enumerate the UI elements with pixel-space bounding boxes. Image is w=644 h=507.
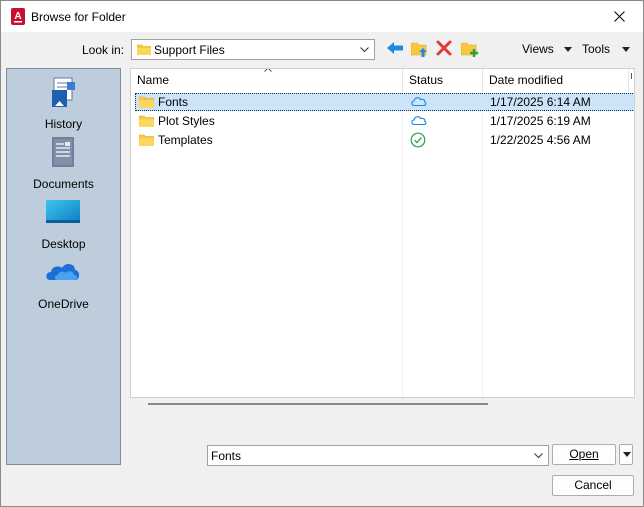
onedrive-icon xyxy=(46,264,80,280)
open-button[interactable]: Open xyxy=(552,444,616,465)
title-bar: A Browse for Folder xyxy=(1,1,643,32)
place-label: History xyxy=(44,117,83,131)
up-one-level-button[interactable] xyxy=(409,38,431,60)
column-header-type[interactable] xyxy=(629,69,634,91)
folder-icon xyxy=(137,44,151,55)
place-history[interactable]: History xyxy=(7,76,120,132)
cancel-button[interactable]: Cancel xyxy=(552,475,634,496)
folder-icon xyxy=(139,115,154,127)
autocad-app-icon: A xyxy=(11,8,25,25)
place-documents[interactable]: Documents xyxy=(7,136,120,192)
back-button[interactable] xyxy=(384,38,406,60)
close-icon xyxy=(614,11,625,22)
cloud-icon xyxy=(411,116,427,126)
open-options-button[interactable] xyxy=(619,444,633,465)
file-date: 1/22/2025 4:56 AM xyxy=(490,133,591,147)
delete-button[interactable] xyxy=(434,38,456,60)
chevron-down-icon xyxy=(360,47,369,53)
new-folder-icon xyxy=(461,42,478,57)
folder-up-icon xyxy=(411,42,427,57)
sort-ascending-icon xyxy=(264,69,272,72)
truncated-type-cell xyxy=(634,133,635,145)
browse-folder-dialog: A Browse for Folder Look in: Support Fil… xyxy=(0,0,644,507)
synced-check-icon xyxy=(410,132,426,148)
open-button-label: Open xyxy=(569,447,599,461)
file-row-templates[interactable]: Templates 1/22/2025 4:56 AM xyxy=(135,131,635,149)
place-label: Documents xyxy=(33,177,94,191)
column-header-label: Status xyxy=(409,73,444,87)
truncated-column-mark xyxy=(631,73,632,79)
folder-icon xyxy=(139,96,154,108)
views-label: Views xyxy=(522,42,554,56)
file-name: Plot Styles xyxy=(158,114,215,128)
dialog-title: Browse for Folder xyxy=(31,10,126,24)
folder-icon xyxy=(139,134,154,146)
file-name: Templates xyxy=(158,133,213,147)
tools-menu-button[interactable]: Tools xyxy=(582,41,634,57)
file-row-fonts[interactable]: Fonts 1/17/2025 6:14 AM xyxy=(135,93,635,111)
caret-down-icon xyxy=(622,47,630,52)
truncated-type-cell xyxy=(634,95,635,107)
file-list[interactable]: Name Status Date modified Fonts 1/17/202… xyxy=(130,68,635,398)
documents-icon xyxy=(52,137,74,167)
folder-name-value: Fonts xyxy=(211,449,242,463)
file-row-plot-styles[interactable]: Plot Styles 1/17/2025 6:19 AM xyxy=(135,112,635,130)
delete-icon xyxy=(436,40,452,56)
close-button[interactable] xyxy=(597,1,643,32)
column-header-label: Date modified xyxy=(489,73,564,87)
places-bar: History Documents Desktop OneDrive xyxy=(6,68,121,465)
column-header-name[interactable]: Name xyxy=(131,69,403,91)
chevron-down-icon xyxy=(534,453,543,459)
look-in-dropdown[interactable]: Support Files xyxy=(131,39,375,60)
file-date: 1/17/2025 6:14 AM xyxy=(490,95,591,109)
views-menu-button[interactable]: Views xyxy=(522,41,574,57)
new-folder-button[interactable] xyxy=(459,38,481,60)
cloud-icon xyxy=(411,97,427,107)
place-desktop[interactable]: Desktop xyxy=(7,196,120,252)
caret-down-icon xyxy=(623,452,631,457)
look-in-value: Support Files xyxy=(154,43,225,57)
column-header-date-modified[interactable]: Date modified xyxy=(483,69,629,91)
history-icon xyxy=(52,77,75,107)
column-header-label: Name xyxy=(137,73,170,87)
place-onedrive[interactable]: OneDrive xyxy=(7,256,120,312)
file-name: Fonts xyxy=(158,95,189,109)
horizontal-scrollbar-thumb[interactable] xyxy=(148,403,488,405)
back-arrow-icon xyxy=(387,42,403,54)
desktop-icon xyxy=(46,200,80,223)
place-label: Desktop xyxy=(41,237,86,251)
look-in-label: Look in: xyxy=(82,43,125,57)
svg-text:A: A xyxy=(14,11,21,22)
tools-label: Tools xyxy=(582,42,611,56)
caret-down-icon xyxy=(564,47,572,52)
cancel-button-label: Cancel xyxy=(574,478,612,492)
truncated-type-cell xyxy=(634,114,635,126)
place-label: OneDrive xyxy=(38,297,89,311)
folder-name-dropdown[interactable]: Fonts xyxy=(207,445,549,466)
column-header-status[interactable]: Status xyxy=(403,69,483,91)
file-date: 1/17/2025 6:19 AM xyxy=(490,114,591,128)
